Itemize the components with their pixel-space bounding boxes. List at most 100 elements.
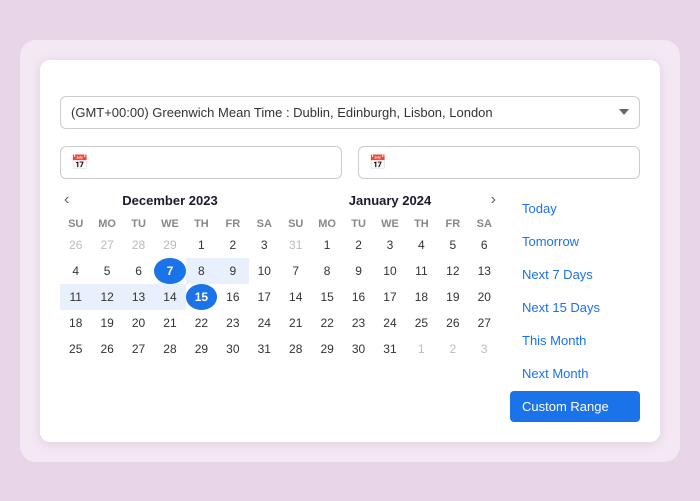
calendar-day[interactable]: 10 bbox=[374, 258, 405, 284]
calendar-day[interactable]: 1 bbox=[186, 232, 217, 258]
calendar-day[interactable]: 8 bbox=[186, 258, 217, 284]
january-title: January 2024 bbox=[349, 193, 431, 208]
calendar-day[interactable]: 23 bbox=[343, 310, 374, 336]
calendar-day[interactable]: 5 bbox=[91, 258, 122, 284]
calendar-day[interactable]: 19 bbox=[91, 310, 122, 336]
calendar-day[interactable]: 25 bbox=[406, 310, 437, 336]
calendar-day[interactable]: 26 bbox=[91, 336, 122, 362]
prev-month-button[interactable]: ‹ bbox=[60, 191, 73, 209]
calendar-day[interactable]: 11 bbox=[60, 284, 91, 310]
calendar-icon-from: 📅 bbox=[71, 154, 88, 171]
calendar-day[interactable]: 29 bbox=[311, 336, 342, 362]
calendar-day[interactable]: 20 bbox=[123, 310, 154, 336]
timezone-select[interactable]: (GMT+00:00) Greenwich Mean Time : Dublin… bbox=[60, 96, 640, 129]
calendar-day[interactable]: 4 bbox=[60, 258, 91, 284]
day-header-fr: FR bbox=[437, 216, 468, 232]
calendar-day[interactable]: 3 bbox=[374, 232, 405, 258]
calendar-day[interactable]: 28 bbox=[154, 336, 185, 362]
calendar-day[interactable]: 13 bbox=[469, 258, 500, 284]
calendar-day[interactable]: 1 bbox=[311, 232, 342, 258]
calendar-day[interactable]: 15 bbox=[311, 284, 342, 310]
calendar-day[interactable]: 21 bbox=[280, 310, 311, 336]
calendar-day[interactable]: 7 bbox=[280, 258, 311, 284]
calendar-day[interactable]: 16 bbox=[343, 284, 374, 310]
calendar-day[interactable]: 30 bbox=[217, 336, 248, 362]
calendar-day[interactable]: 14 bbox=[280, 284, 311, 310]
quick-select-next-month[interactable]: Next Month bbox=[510, 358, 640, 389]
calendar-day[interactable]: 14 bbox=[154, 284, 185, 310]
calendar-day[interactable]: 27 bbox=[123, 336, 154, 362]
from-input[interactable]: 📅 bbox=[60, 146, 342, 179]
day-header-su: SU bbox=[60, 216, 91, 232]
calendar-day[interactable]: 26 bbox=[437, 310, 468, 336]
quick-select-next-15-days[interactable]: Next 15 Days bbox=[510, 292, 640, 323]
calendar-day[interactable]: 28 bbox=[123, 232, 154, 258]
calendar-day[interactable]: 1 bbox=[406, 336, 437, 362]
calendar-day[interactable]: 9 bbox=[217, 258, 248, 284]
calendar-day[interactable]: 6 bbox=[469, 232, 500, 258]
calendar-day[interactable]: 31 bbox=[249, 336, 280, 362]
calendar-day[interactable]: 24 bbox=[374, 310, 405, 336]
quick-select-panel: TodayTomorrowNext 7 DaysNext 15 DaysThis… bbox=[510, 193, 640, 422]
calendar-day[interactable]: 2 bbox=[343, 232, 374, 258]
calendar-day[interactable]: 15 bbox=[186, 284, 217, 310]
to-field: 📅 bbox=[358, 141, 640, 179]
quick-select-tomorrow[interactable]: Tomorrow bbox=[510, 226, 640, 257]
calendar-day[interactable]: 29 bbox=[186, 336, 217, 362]
calendar-day[interactable]: 24 bbox=[249, 310, 280, 336]
day-header-su: SU bbox=[280, 216, 311, 232]
calendar-day[interactable]: 26 bbox=[60, 232, 91, 258]
calendar-day[interactable]: 5 bbox=[437, 232, 468, 258]
from-field: 📅 bbox=[60, 141, 342, 179]
quick-select-next-7-days[interactable]: Next 7 Days bbox=[510, 259, 640, 290]
calendar-day[interactable]: 31 bbox=[374, 336, 405, 362]
calendar-day[interactable]: 10 bbox=[249, 258, 280, 284]
quick-select-this-month[interactable]: This Month bbox=[510, 325, 640, 356]
quick-select-custom-range[interactable]: Custom Range bbox=[510, 391, 640, 422]
calendar-day[interactable]: 12 bbox=[437, 258, 468, 284]
modal: (GMT+00:00) Greenwich Mean Time : Dublin… bbox=[40, 60, 660, 442]
calendar-day[interactable]: 11 bbox=[406, 258, 437, 284]
calendar-day[interactable]: 7 bbox=[154, 258, 185, 284]
calendar-day[interactable]: 2 bbox=[437, 336, 468, 362]
calendar-day[interactable]: 22 bbox=[186, 310, 217, 336]
next-month-button[interactable]: › bbox=[487, 191, 500, 209]
calendar-day[interactable]: 9 bbox=[343, 258, 374, 284]
calendar-day[interactable]: 2 bbox=[217, 232, 248, 258]
calendar-day[interactable]: 20 bbox=[469, 284, 500, 310]
quick-select-today[interactable]: Today bbox=[510, 193, 640, 224]
calendars-area: ‹ December 2023 SU MO TU WE TH FR bbox=[60, 193, 500, 422]
to-input[interactable]: 📅 bbox=[358, 146, 640, 179]
calendar-day[interactable]: 21 bbox=[154, 310, 185, 336]
calendar-day[interactable]: 22 bbox=[311, 310, 342, 336]
calendar-day[interactable]: 8 bbox=[311, 258, 342, 284]
day-header-sa: SA bbox=[469, 216, 500, 232]
calendar-day[interactable]: 23 bbox=[217, 310, 248, 336]
calendar-day[interactable]: 13 bbox=[123, 284, 154, 310]
calendar-day[interactable]: 17 bbox=[374, 284, 405, 310]
calendar-day[interactable]: 30 bbox=[343, 336, 374, 362]
calendar-day[interactable]: 3 bbox=[249, 232, 280, 258]
calendar-day[interactable]: 19 bbox=[437, 284, 468, 310]
day-header-th: TH bbox=[186, 216, 217, 232]
calendar-december: ‹ December 2023 SU MO TU WE TH FR bbox=[60, 193, 280, 422]
calendar-day[interactable]: 3 bbox=[469, 336, 500, 362]
calendar-day[interactable]: 6 bbox=[123, 258, 154, 284]
calendar-day[interactable]: 16 bbox=[217, 284, 248, 310]
calendar-day[interactable]: 27 bbox=[469, 310, 500, 336]
calendar-day[interactable]: 18 bbox=[406, 284, 437, 310]
calendar-day[interactable]: 12 bbox=[91, 284, 122, 310]
calendar-day[interactable]: 27 bbox=[91, 232, 122, 258]
calendar-day[interactable]: 31 bbox=[280, 232, 311, 258]
calendar-day[interactable]: 4 bbox=[406, 232, 437, 258]
date-row: 📅 📅 bbox=[60, 141, 640, 179]
calendar-day[interactable]: 18 bbox=[60, 310, 91, 336]
december-grid: SU MO TU WE TH FR SA 2627282912345678910… bbox=[60, 216, 280, 362]
calendar-day[interactable]: 29 bbox=[154, 232, 185, 258]
day-header-tu: TU bbox=[343, 216, 374, 232]
day-header-mo: MO bbox=[91, 216, 122, 232]
calendar-day[interactable]: 25 bbox=[60, 336, 91, 362]
calendar-day[interactable]: 17 bbox=[249, 284, 280, 310]
day-header-fr: FR bbox=[217, 216, 248, 232]
calendar-day[interactable]: 28 bbox=[280, 336, 311, 362]
